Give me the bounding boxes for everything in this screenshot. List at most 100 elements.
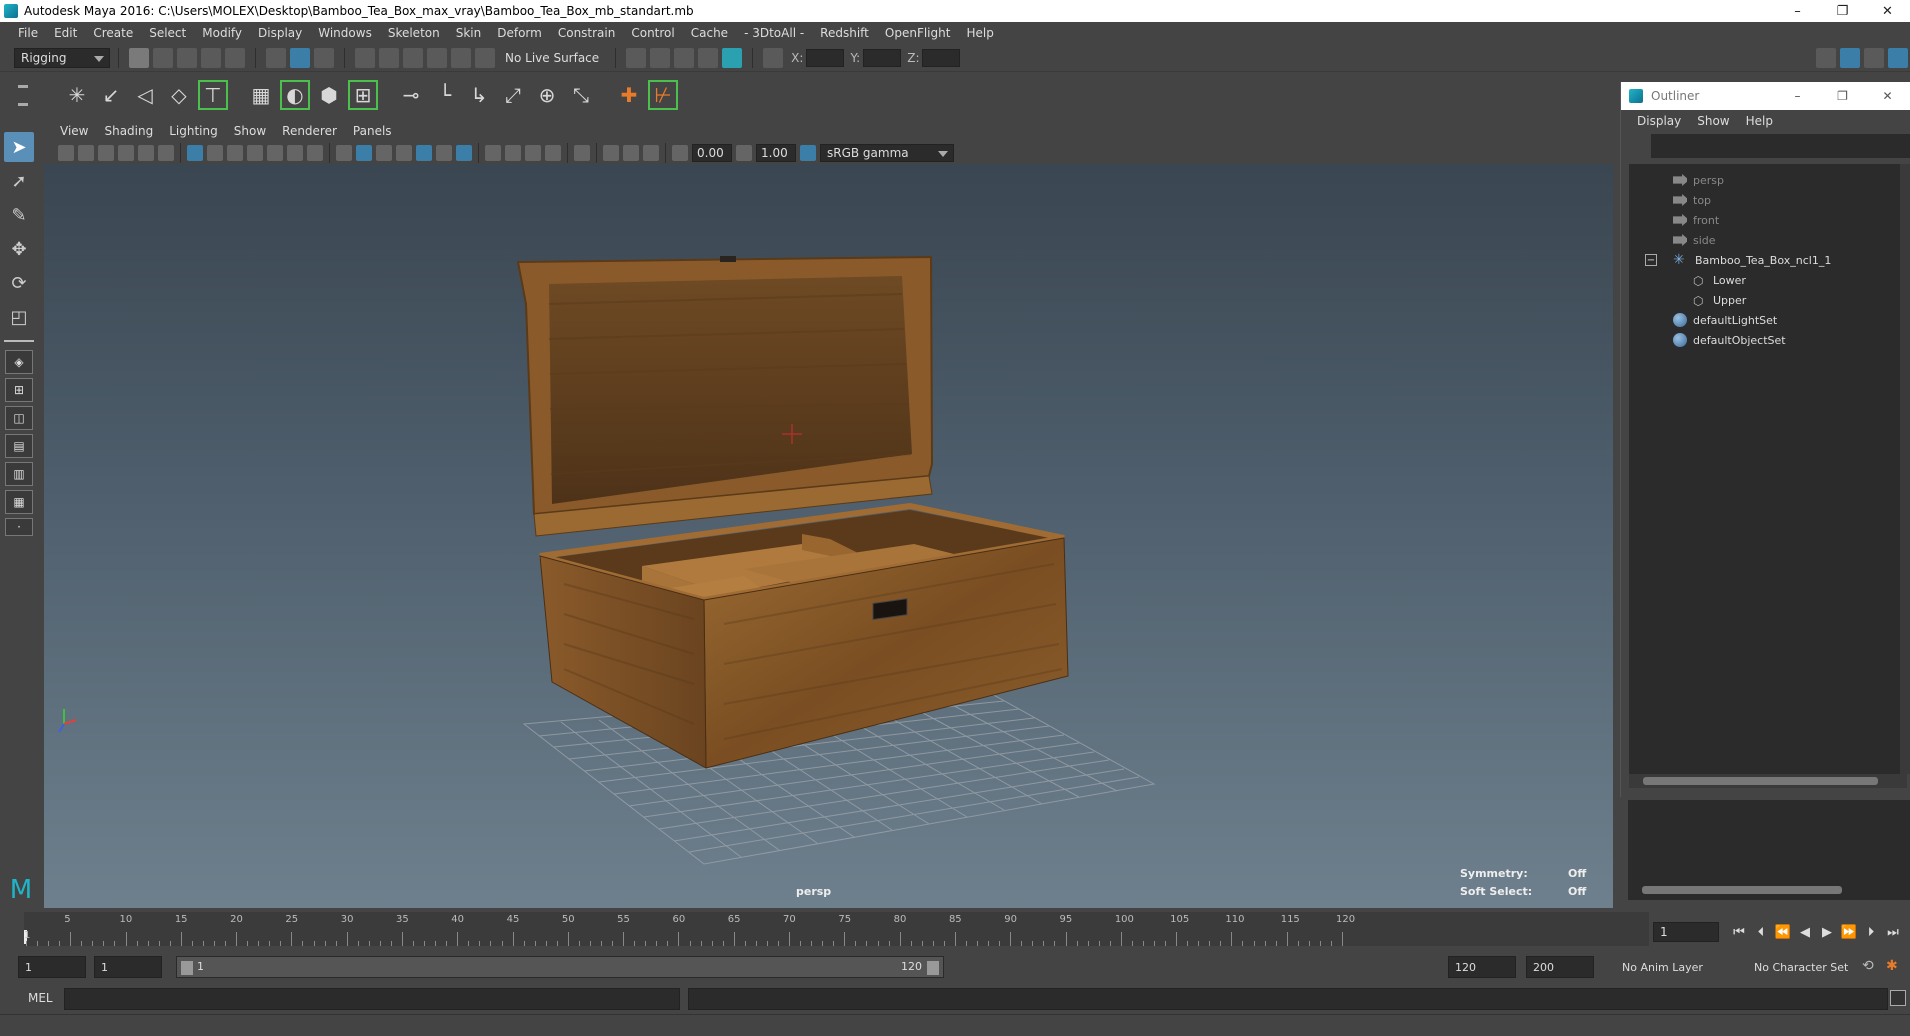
outliner-item-bamboo-tea-box[interactable]: − ✳ Bamboo_Tea_Box_ncl1_1 — [1629, 250, 1907, 270]
step-back-frame-icon[interactable]: ⏴ — [1750, 921, 1772, 943]
panel-menu-shading[interactable]: Shading — [96, 124, 161, 138]
default-material-icon[interactable] — [376, 145, 392, 161]
persp-outliner-layout-icon[interactable]: ▤ — [5, 434, 33, 458]
color-management-icon[interactable] — [800, 145, 816, 161]
locator-icon[interactable]: ✚ — [614, 80, 644, 110]
pole-vector-icon[interactable]: ⤡ — [566, 80, 596, 110]
shadows-icon[interactable] — [456, 145, 472, 161]
xray-icon[interactable] — [603, 145, 619, 161]
safe-title-icon[interactable] — [307, 145, 323, 161]
lights-icon[interactable] — [436, 145, 452, 161]
depth-of-field-icon[interactable] — [545, 145, 561, 161]
collapse-layout-icon[interactable]: · — [5, 518, 33, 536]
outliner-item-top[interactable]: top — [1629, 190, 1907, 210]
menu-display[interactable]: Display — [250, 26, 310, 40]
command-input[interactable] — [64, 988, 680, 1010]
select-tool-icon[interactable]: ➤ — [4, 132, 34, 162]
color-space-dropdown[interactable]: sRGB gamma — [820, 144, 954, 162]
character-set-dropdown[interactable]: No Character Set — [1748, 956, 1858, 978]
transform-mode-icon[interactable] — [763, 47, 784, 68]
film-gate-icon[interactable] — [207, 145, 223, 161]
exposure-field[interactable]: 0.00 — [692, 144, 732, 162]
bookmark-icon[interactable] — [98, 145, 114, 161]
ipr-render-icon[interactable] — [674, 47, 695, 68]
panel-menu-show[interactable]: Show — [226, 124, 274, 138]
exposure-icon[interactable] — [672, 145, 688, 161]
outliner-restore-button[interactable]: ❐ — [1820, 82, 1865, 110]
start-frame-field[interactable]: 1 — [18, 956, 86, 978]
menu-windows[interactable]: Windows — [310, 26, 380, 40]
auto-key-icon[interactable]: ⟲ — [1862, 958, 1880, 976]
textured-icon[interactable] — [416, 145, 432, 161]
wireframe-icon[interactable] — [336, 145, 352, 161]
panel-menu-lighting[interactable]: Lighting — [161, 124, 226, 138]
outliner-minimize-button[interactable]: – — [1775, 82, 1820, 110]
step-forward-key-icon[interactable]: ⏩ — [1838, 921, 1860, 943]
anti-aliasing-icon[interactable] — [525, 145, 541, 161]
outliner-search-input[interactable] — [1651, 134, 1910, 158]
end-frame-field[interactable]: 200 — [1526, 956, 1594, 978]
menu-3dtoall[interactable]: - 3DtoAll - — [736, 26, 812, 40]
preferences-icon[interactable]: ✱ — [1886, 958, 1904, 976]
play-backwards-icon[interactable]: ◀ — [1794, 921, 1816, 943]
set-driven-key-icon[interactable]: ⊬ — [648, 80, 678, 110]
outliner-vertical-scrollbar[interactable] — [1900, 164, 1910, 774]
current-frame-field[interactable]: 1 — [1653, 922, 1719, 942]
close-button[interactable]: ✕ — [1865, 0, 1910, 22]
menu-openflight[interactable]: OpenFlight — [877, 26, 959, 40]
field-chart-icon[interactable] — [267, 145, 283, 161]
wireframe-on-shaded-icon[interactable] — [396, 145, 412, 161]
open-scene-icon[interactable] — [153, 47, 173, 68]
safe-action-icon[interactable] — [287, 145, 303, 161]
attribute-scrollbar[interactable] — [1642, 886, 1842, 894]
menu-select[interactable]: Select — [141, 26, 194, 40]
redo-icon[interactable] — [225, 47, 245, 68]
mirror-joint-icon[interactable]: ⊤ — [198, 80, 228, 110]
anim-layer-dropdown[interactable]: No Anim Layer — [1616, 956, 1740, 978]
perspective-viewport[interactable]: persp Symmetry: Off Soft Select: Off — [44, 164, 1613, 908]
camera-attributes-icon[interactable] — [78, 145, 94, 161]
menu-create[interactable]: Create — [85, 26, 141, 40]
menu-modify[interactable]: Modify — [194, 26, 250, 40]
side-by-side-layout-icon[interactable]: ◫ — [5, 406, 33, 430]
resolution-gate-icon[interactable] — [227, 145, 243, 161]
persp-graph-layout-icon[interactable]: ▥ — [5, 462, 33, 486]
outliner-item-persp[interactable]: persp — [1629, 170, 1907, 190]
xray-active-icon[interactable] — [643, 145, 659, 161]
range-slider[interactable]: 1 120 — [176, 956, 944, 978]
select-component-icon[interactable] — [314, 47, 334, 68]
move-tool-icon[interactable]: ✥ — [4, 234, 34, 264]
paint-weights-icon[interactable]: ⬢ — [314, 80, 344, 110]
minimize-button[interactable]: – — [1775, 0, 1820, 22]
x-field[interactable] — [806, 48, 845, 67]
render-frame-icon[interactable] — [650, 47, 671, 68]
step-forward-frame-icon[interactable]: ⏵ — [1860, 921, 1882, 943]
new-scene-icon[interactable] — [129, 47, 149, 68]
grid-icon[interactable] — [187, 145, 203, 161]
menu-deform[interactable]: Deform — [489, 26, 550, 40]
hypershade-layout-icon[interactable]: ▦ — [5, 490, 33, 514]
y-field[interactable] — [863, 48, 902, 67]
outliner-item-default-object-set[interactable]: defaultObjectSet — [1629, 330, 1907, 350]
tool-settings-icon[interactable] — [1864, 48, 1884, 68]
grease-pencil-icon[interactable] — [158, 145, 174, 161]
magnet-icon[interactable] — [475, 47, 495, 68]
panel-menu-view[interactable]: View — [52, 124, 96, 138]
menu-edit[interactable]: Edit — [46, 26, 85, 40]
xray-joints-icon[interactable] — [623, 145, 639, 161]
outliner-menu-help[interactable]: Help — [1738, 114, 1781, 128]
restore-button[interactable]: ❐ — [1820, 0, 1865, 22]
z-field[interactable] — [922, 48, 961, 67]
paint-select-icon[interactable]: ✎ — [4, 200, 34, 230]
range-end-handle[interactable] — [927, 961, 939, 975]
gate-mask-icon[interactable] — [247, 145, 263, 161]
motion-blur-icon[interactable] — [505, 145, 521, 161]
ik-handle-icon[interactable]: ↙ — [96, 80, 126, 110]
range-start-handle[interactable] — [181, 961, 193, 975]
point-constraint-icon[interactable]: ⤢ — [498, 80, 528, 110]
insert-joint-icon[interactable]: ◇ — [164, 80, 194, 110]
hypershade-icon[interactable] — [722, 47, 743, 68]
channel-box-icon[interactable] — [1888, 48, 1908, 68]
outliner-horizontal-scrollbar[interactable] — [1629, 774, 1907, 788]
ambient-occlusion-icon[interactable] — [485, 145, 501, 161]
